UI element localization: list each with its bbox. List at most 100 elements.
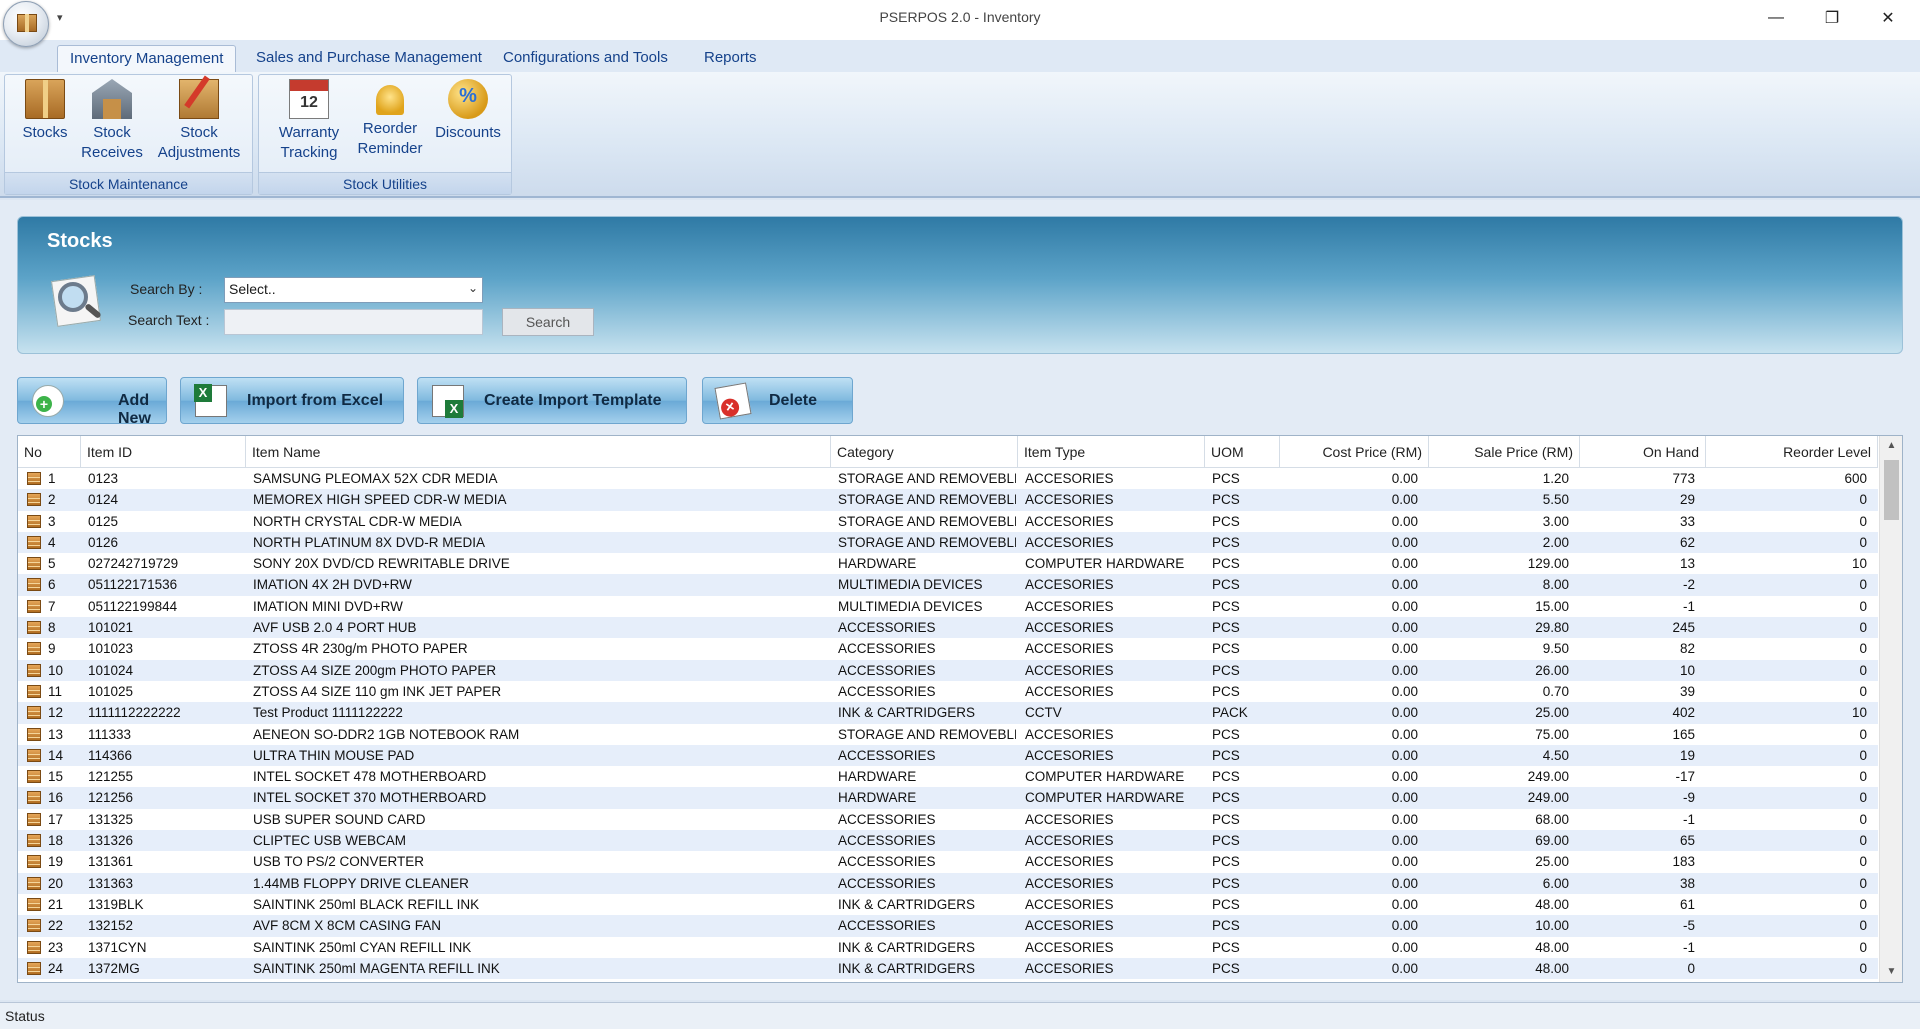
table-row[interactable]: 20 131363 1.44MB FLOPPY DRIVE CLEANER ACCES… (18, 872, 1878, 894)
box-pencil-icon (179, 79, 219, 119)
cell-reorder-level: 10 (1851, 705, 1867, 721)
column-header-item-name[interactable]: Item Name (246, 436, 831, 468)
cell-on-hand: -1 (1682, 598, 1695, 614)
table-row[interactable]: 6 051122171536 IMATION 4X 2H DVD+RW MULTIME… (18, 574, 1878, 596)
cell-item-name: Test Product 1111122222 (253, 705, 403, 721)
table-row[interactable]: 14 114366 ULTRA THIN MOUSE PAD ACCESSORIES A… (18, 744, 1878, 767)
warranty-tracking-button[interactable]: Warranty Tracking (267, 79, 351, 163)
discounts-label: Discounts (435, 124, 501, 141)
table-row[interactable]: 17 131325 USB SUPER SOUND CARD ACCESSORIES A… (18, 809, 1878, 830)
table-row[interactable]: 4 0126 NORTH PLATINUM 8X DVD-R MEDIA STORAG… (18, 531, 1878, 554)
table-row[interactable]: 16 121256 INTEL SOCKET 370 MOTHERBOARD HARD… (18, 787, 1878, 809)
table-row[interactable]: 9 101023 ZTOSS 4R 230g/m PHOTO PAPER ACCESS… (18, 638, 1878, 659)
cell-uom: PCS (1212, 769, 1240, 785)
cell-item-name: IMATION 4X 2H DVD+RW (253, 577, 412, 593)
cell-category: STORAGE AND REMOVEBLE (838, 726, 1016, 742)
table-row[interactable]: 11 101025 ZTOSS A4 SIZE 110 gm INK JET PAP… (18, 681, 1878, 702)
column-header-no[interactable]: No (18, 436, 81, 468)
tab-inventory-management[interactable]: Inventory Management (57, 45, 237, 73)
cell-no: 12 (48, 705, 64, 721)
table-row[interactable]: 2 0124 MEMOREX HIGH SPEED CDR-W MEDIA STORA… (18, 489, 1878, 511)
stock-adjustments-label-2: Adjustments (157, 144, 241, 161)
column-header-item-id[interactable]: Item ID (81, 436, 246, 468)
table-row[interactable]: 19 131361 USB TO PS/2 CONVERTER ACCESSORIES… (18, 851, 1878, 872)
create-import-template-button[interactable]: Create Import Template (417, 377, 687, 424)
stock-receives-button[interactable]: Stock Receives (77, 79, 147, 163)
scrollbar-thumb[interactable] (1884, 460, 1899, 520)
search-button[interactable]: Search (502, 308, 594, 336)
add-new-button[interactable]: Add New (17, 377, 167, 427)
import-from-excel-button[interactable]: Import from Excel (180, 377, 404, 424)
cell-sale-price: 8.00 (1542, 577, 1569, 593)
table-row[interactable]: 13 111333 AENEON SO-DDR2 1GB NOTEBOOK RAM S… (18, 724, 1878, 745)
table-row[interactable]: 5 027242719729 SONY 20X DVD/CD REWRITABLE … (18, 553, 1878, 574)
cell-no: 3 (48, 513, 56, 529)
column-header-sale-price[interactable]: Sale Price (RM) (1429, 436, 1580, 468)
cell-sale-price: 10.00 (1535, 918, 1569, 934)
column-header-cost-price[interactable]: Cost Price (RM) (1280, 436, 1429, 468)
table-row[interactable]: 7 051122199844 IMATION MINI DVD+RW MULTIMED… (18, 596, 1878, 617)
table-row[interactable]: 3 0125 NORTH CRYSTAL CDR-W MEDIA STORAGE AN… (18, 511, 1878, 532)
table-row[interactable]: 1 0123 SAMSUNG PLEOMAX 52X CDR MEDIA STORAG… (18, 468, 1878, 489)
cell-cost-price: 0.00 (1391, 492, 1418, 508)
column-header-reorder-level[interactable]: Reorder Level (1706, 436, 1878, 468)
tab-reports[interactable]: Reports (692, 45, 769, 73)
cell-item-id: 101023 (88, 641, 134, 657)
cell-cost-price: 0.00 (1391, 769, 1418, 785)
cell-uom: PCS (1212, 960, 1240, 976)
restore-button[interactable]: ❐ (1804, 0, 1860, 36)
cell-no: 20 (48, 875, 64, 891)
column-header-on-hand[interactable]: On Hand (1580, 436, 1706, 468)
cell-cost-price: 0.00 (1391, 534, 1418, 550)
cell-sale-price: 26.00 (1535, 662, 1569, 678)
cell-cost-price: 0.00 (1391, 577, 1418, 593)
table-row[interactable]: 18 131326 CLIPTEC USB WEBCAM ACCESSORIES ACC… (18, 830, 1878, 852)
discounts-button[interactable]: Discounts (429, 79, 507, 143)
cell-no: 10 (48, 662, 64, 678)
box-icon (27, 834, 41, 848)
search-text-input[interactable] (224, 309, 483, 335)
table-row[interactable]: 15 121255 INTEL SOCKET 478 MOTHERBOARD HARD… (18, 766, 1878, 787)
scroll-up-icon[interactable]: ▲ (1880, 436, 1902, 456)
table-row[interactable]: 12 1111112222222 Test Product 1111122222 IN… (18, 702, 1878, 724)
cell-no: 7 (48, 598, 56, 614)
search-by-select[interactable]: Select.. ⌄ (224, 277, 483, 303)
column-header-item-type[interactable]: Item Type (1018, 436, 1205, 468)
minimize-button[interactable]: — (1748, 0, 1804, 36)
cell-item-id: 0124 (88, 492, 119, 508)
table-row[interactable]: 24 1372MG SAINTINK 250ml MAGENTA REFILL IN… (18, 957, 1878, 980)
delete-button[interactable]: Delete (702, 377, 853, 424)
cell-item-name: MEMOREX HIGH SPEED CDR-W MEDIA (253, 492, 507, 508)
reorder-reminder-button[interactable]: Reorder Reminder (353, 79, 427, 159)
scroll-down-icon[interactable]: ▼ (1880, 962, 1902, 982)
application-menu-button[interactable] (3, 1, 49, 47)
stocks-button[interactable]: Stocks (15, 79, 75, 143)
close-button[interactable]: ✕ (1860, 0, 1916, 36)
cell-item-type: ACCESORIES (1025, 875, 1114, 891)
cell-uom: PCS (1212, 875, 1240, 891)
table-row[interactable]: 8 101021 AVF USB 2.0 4 PORT HUB ACCESSORIES… (18, 617, 1878, 639)
cell-no: 21 (48, 896, 64, 912)
table-row[interactable]: 21 1319BLK SAINTINK 250ml BLACK REFILL INK… (18, 894, 1878, 915)
cell-cost-price: 0.00 (1391, 854, 1418, 870)
reorder-reminder-label-1: Reorder (362, 120, 418, 137)
vertical-scrollbar[interactable]: ▲ ▼ (1879, 436, 1902, 982)
cell-no: 5 (48, 556, 56, 572)
column-header-uom[interactable]: UOM (1205, 436, 1280, 468)
cell-uom: PACK (1212, 705, 1248, 721)
cell-no: 13 (48, 726, 64, 742)
table-row[interactable]: 10 101024 ZTOSS A4 SIZE 200gm PHOTO PAPER A… (18, 659, 1878, 681)
cell-on-hand: -1 (1682, 939, 1695, 955)
cell-sale-price: 6.00 (1542, 875, 1569, 891)
cell-cost-price: 0.00 (1391, 705, 1418, 721)
tab-configurations-and-tools[interactable]: Configurations and Tools (491, 45, 680, 73)
tab-sales-and-purchase-management[interactable]: Sales and Purchase Management (244, 45, 494, 73)
cell-no: 22 (48, 918, 64, 934)
stock-adjustments-button[interactable]: Stock Adjustments (153, 79, 245, 163)
column-header-category[interactable]: Category (831, 436, 1018, 468)
table-row[interactable]: 23 1371CYN SAINTINK 250ml CYAN REFILL INK I… (18, 937, 1878, 958)
cell-category: HARDWARE (838, 790, 917, 806)
table-row[interactable]: 22 132152 AVF 8CM X 8CM CASING FAN ACCESSOR… (18, 915, 1878, 937)
cell-item-type: ACCESORIES (1025, 747, 1114, 763)
cell-cost-price: 0.00 (1391, 811, 1418, 827)
